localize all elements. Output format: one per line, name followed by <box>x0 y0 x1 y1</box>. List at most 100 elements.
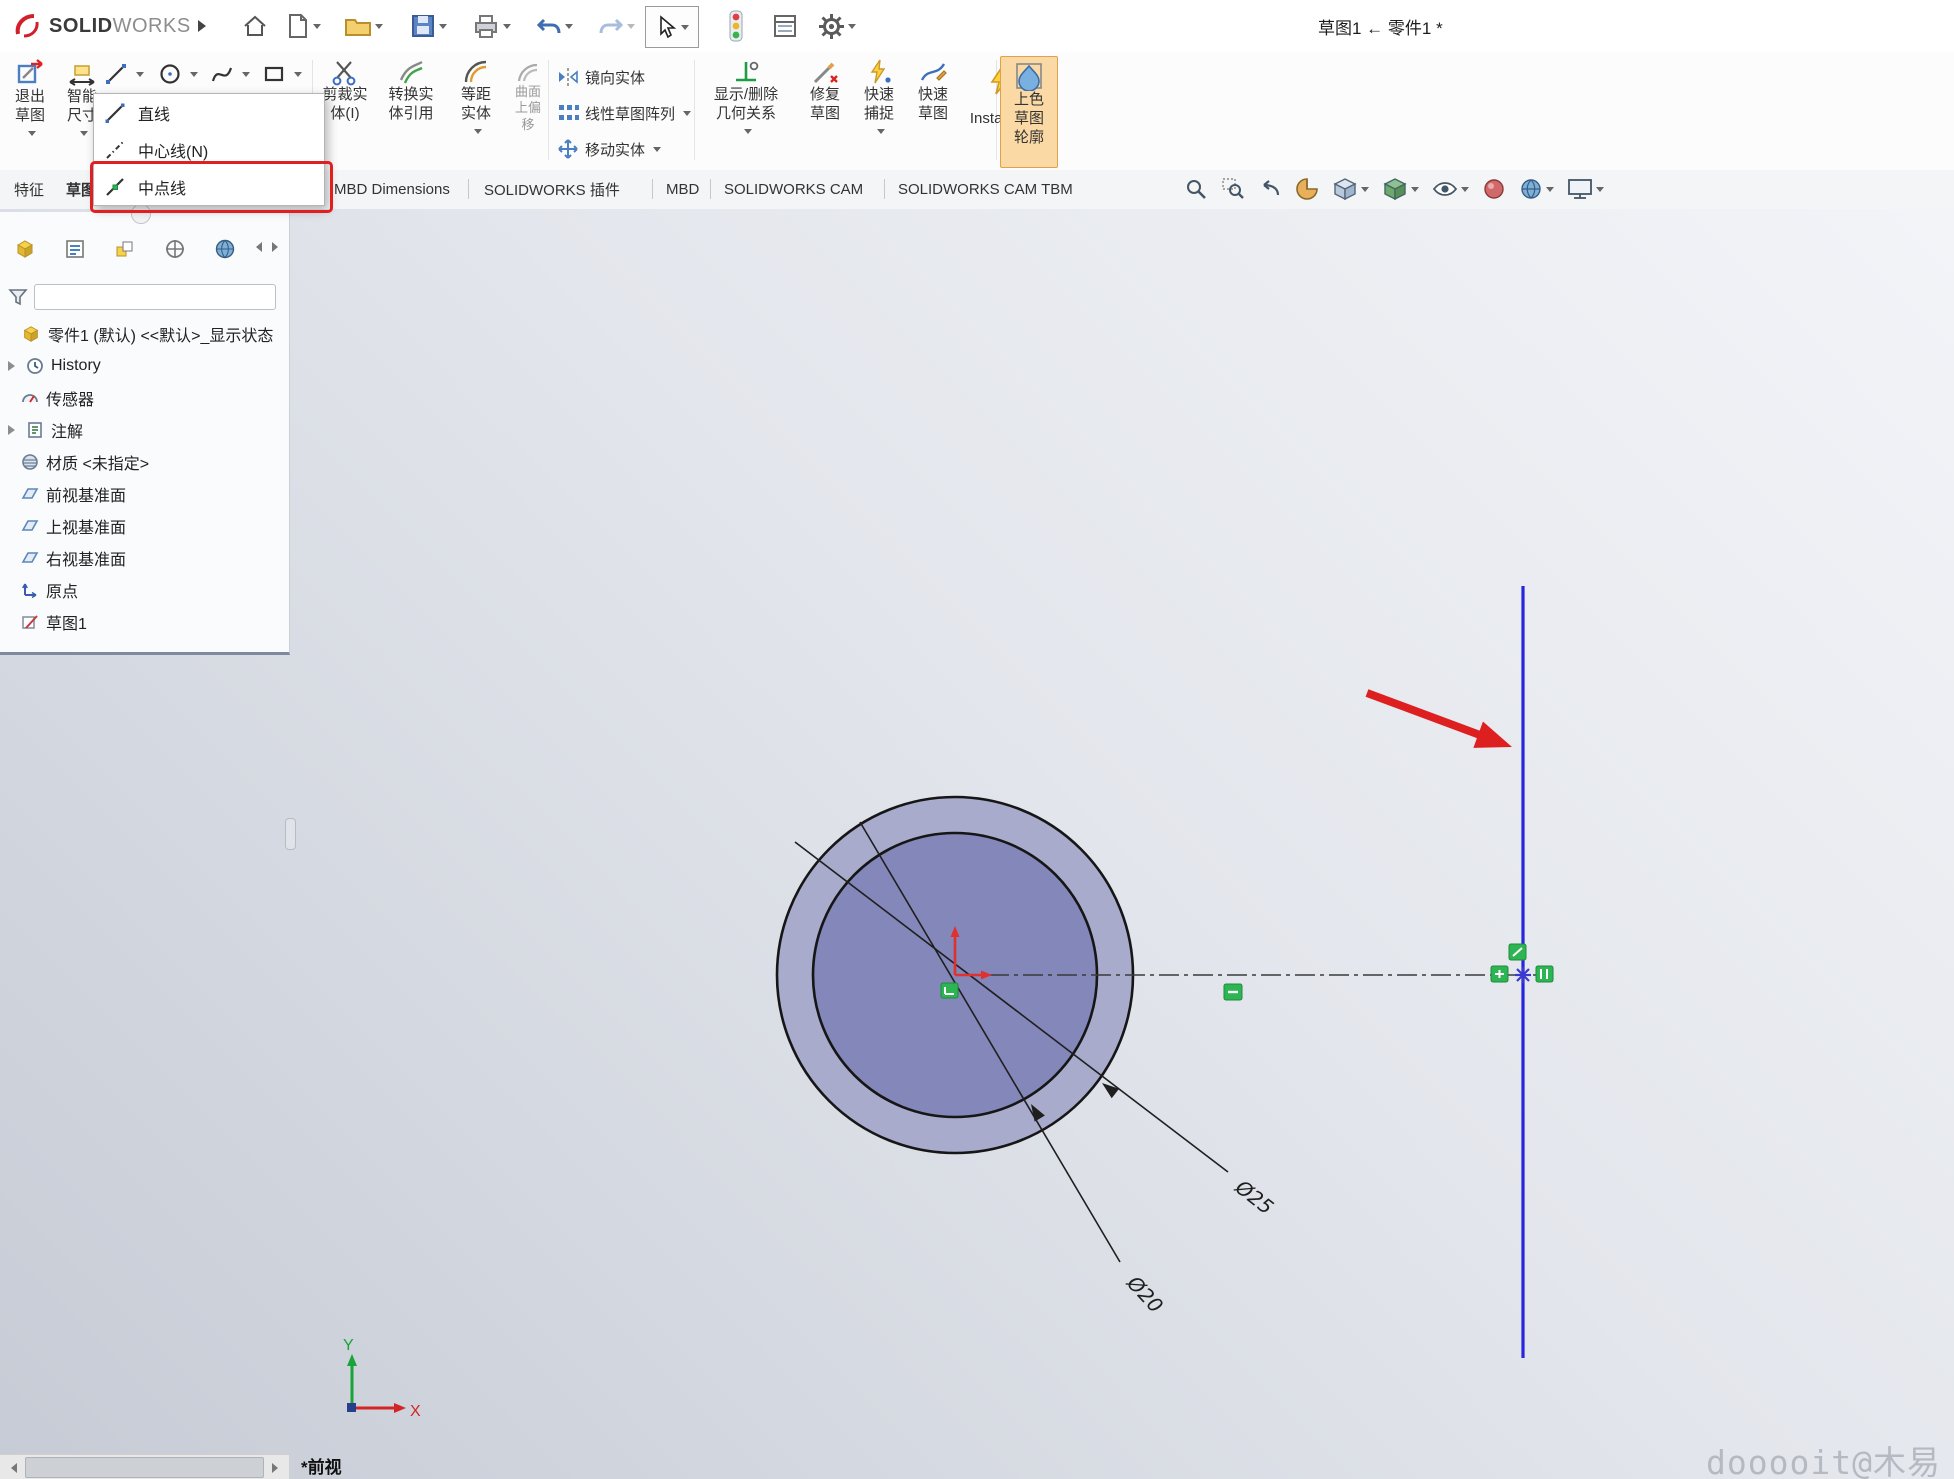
select-caret-icon[interactable] <box>681 25 689 34</box>
print-button[interactable] <box>472 8 511 44</box>
panel-collapse-handle[interactable] <box>131 204 151 224</box>
undo-caret-icon[interactable] <box>565 24 573 33</box>
open-caret-icon[interactable] <box>375 24 383 33</box>
display-style-caret-icon[interactable] <box>1411 187 1419 196</box>
linear-pattern-caret-icon[interactable] <box>683 111 691 120</box>
exit-sketch-caret-icon[interactable] <box>28 131 36 140</box>
zoom-to-fit-button[interactable] <box>1184 177 1208 201</box>
tree-item-material[interactable]: 材质 <未指定> <box>0 446 289 478</box>
save-button[interactable] <box>410 8 447 44</box>
line-tool-button[interactable] <box>104 62 144 86</box>
circle-tool-caret-icon[interactable] <box>190 72 198 81</box>
task-pane-button[interactable] <box>772 8 798 44</box>
tree-item-origin[interactable]: 原点 <box>0 574 289 606</box>
menu-item-line[interactable]: 直线 <box>94 94 324 131</box>
new-document-button[interactable] <box>286 8 321 44</box>
rectangle-tool-caret-icon[interactable] <box>294 72 302 81</box>
undo-button[interactable] <box>536 8 573 44</box>
offset-entities-button[interactable]: 等距 实体 <box>450 58 502 138</box>
dimxpert-manager-tab-icon[interactable] <box>164 238 186 260</box>
display-delete-relations-button[interactable]: 显示/删除 几何关系 <box>700 58 792 138</box>
panel-scroll-left-icon[interactable] <box>251 242 262 252</box>
display-style-button[interactable] <box>1382 177 1419 201</box>
home-button[interactable] <box>242 8 268 44</box>
linear-sketch-pattern-button[interactable]: 线性草图阵列 <box>556 102 691 124</box>
expand-arrow-icon[interactable] <box>8 361 20 371</box>
tab-features[interactable]: 特征 <box>10 170 48 208</box>
repair-sketch-button[interactable]: 修复 草图 <box>800 58 850 124</box>
tree-item-history[interactable]: History <box>0 350 289 382</box>
options-button[interactable] <box>818 8 856 44</box>
move-entities-button[interactable]: 移动实体 <box>556 138 661 160</box>
zoom-to-area-button[interactable] <box>1221 177 1245 201</box>
scrollbar-thumb[interactable] <box>25 1457 264 1478</box>
hide-show-caret-icon[interactable] <box>1461 187 1469 196</box>
spline-tool-button[interactable] <box>210 62 250 86</box>
circle-tool-button[interactable] <box>158 62 198 86</box>
filter-funnel-icon[interactable] <box>8 287 28 307</box>
view-settings-button[interactable] <box>1567 177 1604 201</box>
panel-scroll-right-icon[interactable] <box>272 242 283 252</box>
redo-caret-icon[interactable] <box>627 24 635 33</box>
options-caret-icon[interactable] <box>848 24 856 33</box>
scroll-left-button[interactable] <box>0 1456 23 1479</box>
edit-appearance-button[interactable] <box>1482 177 1506 201</box>
tree-item-annotations[interactable]: 注解 <box>0 414 289 446</box>
mirror-entities-button[interactable]: 镜向实体 <box>556 66 645 88</box>
tree-item-sensors[interactable]: 传感器 <box>0 382 289 414</box>
configuration-manager-tab-icon[interactable] <box>114 238 136 260</box>
tree-item-sketch1[interactable]: 草图1 <box>0 606 289 638</box>
save-caret-icon[interactable] <box>439 24 447 33</box>
tree-horizontal-scrollbar[interactable] <box>0 1454 289 1479</box>
view-orientation-button[interactable] <box>1332 177 1369 201</box>
feature-manager-tab-icon[interactable] <box>14 238 36 260</box>
offset-entities-caret-icon[interactable] <box>474 129 482 138</box>
tab-solidworks-addins[interactable]: SOLIDWORKS 插件 <box>480 170 624 208</box>
tab-mbd[interactable]: MBD <box>662 170 703 208</box>
expand-arrow-icon[interactable] <box>8 425 20 435</box>
print-caret-icon[interactable] <box>503 24 511 33</box>
tab-solidworks-cam[interactable]: SOLIDWORKS CAM <box>720 170 867 208</box>
tree-item-front-plane[interactable]: 前视基准面 <box>0 478 289 510</box>
convert-entities-button[interactable]: 转换实 体引用 <box>378 58 444 124</box>
panel-splitter-handle[interactable] <box>285 818 296 850</box>
surface-offset-button[interactable]: 曲面 上偏 移 <box>506 62 550 133</box>
menu-item-midpoint-line[interactable]: 中点线 <box>94 168 324 205</box>
tree-item-right-plane[interactable]: 右视基准面 <box>0 542 289 574</box>
trim-entities-button[interactable]: 剪裁实 体(I) <box>318 58 372 124</box>
tree-root-item[interactable]: 零件1 (默认) <<默认>_显示状态 <box>0 318 289 350</box>
redo-button[interactable] <box>598 8 635 44</box>
previous-view-button[interactable] <box>1258 177 1282 201</box>
open-button[interactable] <box>344 8 383 44</box>
view-settings-caret-icon[interactable] <box>1596 187 1604 196</box>
line-tool-caret-icon[interactable] <box>136 72 144 81</box>
select-tool-button[interactable] <box>645 6 699 48</box>
quick-snaps-button[interactable]: 快速 捕捉 <box>854 58 904 138</box>
tree-filter-input[interactable] <box>34 284 276 310</box>
section-view-button[interactable] <box>1295 177 1319 201</box>
view-orientation-caret-icon[interactable] <box>1361 187 1369 196</box>
rapid-sketch-button[interactable]: 快速 草图 <box>908 58 958 124</box>
tab-solidworks-cam-tbm[interactable]: SOLIDWORKS CAM TBM <box>894 170 1077 208</box>
exit-sketch-button[interactable]: 退出 草图 <box>6 58 54 140</box>
property-manager-tab-icon[interactable] <box>64 238 86 260</box>
tab-mbd-dimensions[interactable]: MBD Dimensions <box>330 170 454 208</box>
quick-snaps-caret-icon[interactable] <box>877 129 885 138</box>
display-manager-tab-icon[interactable] <box>214 238 236 260</box>
brand-light: WORKS <box>113 15 191 37</box>
rectangle-tool-button[interactable] <box>262 62 302 86</box>
move-entities-caret-icon[interactable] <box>653 147 661 156</box>
shaded-sketch-contours-button[interactable]: 上色 草图 轮廓 <box>1000 56 1058 168</box>
spline-tool-caret-icon[interactable] <box>242 72 250 81</box>
display-relations-caret-icon[interactable] <box>744 129 752 138</box>
tree-item-top-plane[interactable]: 上视基准面 <box>0 510 289 542</box>
menu-flyout-arrow-icon[interactable] <box>198 20 212 32</box>
whats-wrong-button[interactable] <box>728 8 744 44</box>
smart-dimension-caret-icon[interactable] <box>80 131 88 140</box>
scroll-right-button[interactable] <box>266 1456 289 1479</box>
new-document-caret-icon[interactable] <box>313 24 321 33</box>
apply-scene-button[interactable] <box>1519 177 1554 201</box>
apply-scene-caret-icon[interactable] <box>1546 187 1554 196</box>
hide-show-items-button[interactable] <box>1432 178 1469 200</box>
menu-item-centerline[interactable]: 中心线(N) <box>94 131 324 168</box>
